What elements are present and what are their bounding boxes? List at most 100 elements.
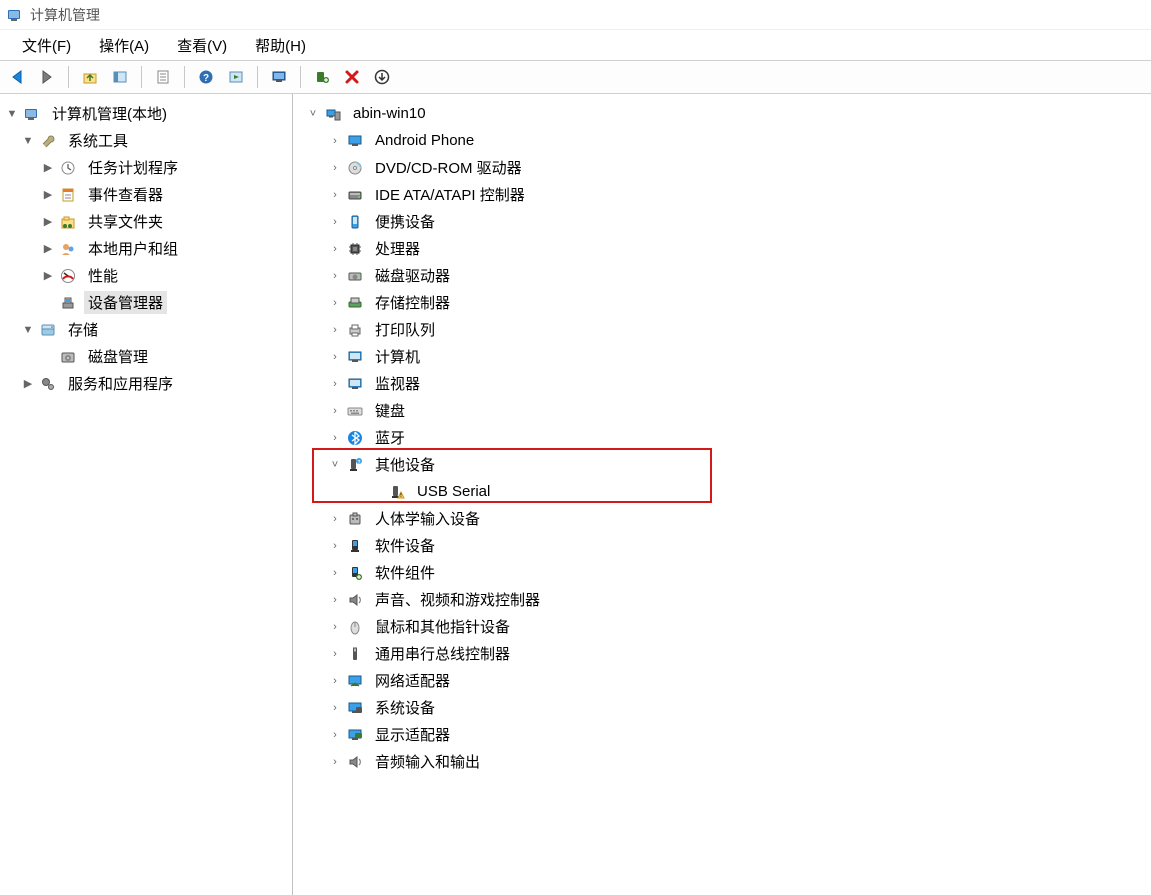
- menu-file[interactable]: 文件(F): [8, 31, 85, 60]
- computer-node-icon: [323, 104, 343, 124]
- enable-device-button[interactable]: [309, 64, 335, 90]
- device-label: 通用串行总线控制器: [371, 642, 514, 665]
- device-bluetooth[interactable]: › 蓝牙: [297, 424, 1151, 451]
- uninstall-device-button[interactable]: [339, 64, 365, 90]
- tree-event-viewer[interactable]: ▶ 事件查看器: [4, 181, 292, 208]
- device-label: DVD/CD-ROM 驱动器: [371, 156, 526, 179]
- device-print-queues[interactable]: › 打印队列: [297, 316, 1151, 343]
- tree-system-tools[interactable]: ▼ 系统工具: [4, 127, 292, 154]
- expand-icon[interactable]: ›: [327, 756, 343, 768]
- menu-view[interactable]: 查看(V): [163, 31, 241, 60]
- expand-icon[interactable]: ›: [327, 135, 343, 147]
- menu-action[interactable]: 操作(A): [85, 31, 163, 60]
- expand-icon[interactable]: ▶: [40, 215, 56, 228]
- device-keyboards[interactable]: › 键盘: [297, 397, 1151, 424]
- device-software-components[interactable]: › 软件组件: [297, 559, 1151, 586]
- forward-button[interactable]: [34, 64, 60, 90]
- scan-hardware-button[interactable]: [266, 64, 292, 90]
- device-sound[interactable]: › 声音、视频和游戏控制器: [297, 586, 1151, 613]
- device-label: 蓝牙: [371, 426, 409, 449]
- expand-icon[interactable]: ›: [327, 513, 343, 525]
- device-usb-serial[interactable]: › USB Serial: [297, 478, 1151, 505]
- expand-icon[interactable]: ▶: [40, 269, 56, 282]
- action-pane-button[interactable]: [223, 64, 249, 90]
- expand-icon[interactable]: ›: [327, 621, 343, 633]
- up-button[interactable]: [77, 64, 103, 90]
- expand-icon[interactable]: ›: [327, 405, 343, 417]
- expand-icon[interactable]: ▼: [4, 108, 20, 120]
- device-label: IDE ATA/ATAPI 控制器: [371, 183, 529, 206]
- tree-label: 系统工具: [64, 129, 132, 152]
- help-button[interactable]: [193, 64, 219, 90]
- expand-icon[interactable]: ˅: [327, 459, 343, 471]
- device-root[interactable]: ˅ abin-win10: [297, 100, 1151, 127]
- device-audio-io[interactable]: › 音频输入和输出: [297, 748, 1151, 775]
- expand-icon[interactable]: ›: [327, 243, 343, 255]
- expand-icon[interactable]: ›: [327, 675, 343, 687]
- wrench-icon: [38, 131, 58, 151]
- expand-icon[interactable]: ›: [327, 729, 343, 741]
- expand-icon[interactable]: ›: [327, 189, 343, 201]
- expand-icon[interactable]: ›: [327, 216, 343, 228]
- device-processors[interactable]: › 处理器: [297, 235, 1151, 262]
- tree-local-users[interactable]: ▶ 本地用户和组: [4, 235, 292, 262]
- expand-icon[interactable]: ›: [327, 540, 343, 552]
- tree-root-computer-management[interactable]: ▼ 计算机管理(本地): [4, 100, 292, 127]
- device-ide[interactable]: › IDE ATA/ATAPI 控制器: [297, 181, 1151, 208]
- device-disk-drives[interactable]: › 磁盘驱动器: [297, 262, 1151, 289]
- expand-icon[interactable]: ▶: [40, 242, 56, 255]
- users-icon: [58, 239, 78, 259]
- device-label: 鼠标和其他指针设备: [371, 615, 514, 638]
- expand-icon[interactable]: ▶: [40, 188, 56, 201]
- show-hide-pane-button[interactable]: [107, 64, 133, 90]
- device-computer[interactable]: › 计算机: [297, 343, 1151, 370]
- expand-icon[interactable]: ›: [327, 594, 343, 606]
- tree-storage[interactable]: ▼ 存储: [4, 316, 292, 343]
- expand-icon[interactable]: ▼: [20, 135, 36, 147]
- update-driver-button[interactable]: [369, 64, 395, 90]
- menu-help[interactable]: 帮助(H): [241, 31, 320, 60]
- expand-icon[interactable]: ▶: [20, 377, 36, 390]
- device-hid[interactable]: › 人体学输入设备: [297, 505, 1151, 532]
- expand-icon[interactable]: ›: [327, 324, 343, 336]
- back-button[interactable]: [4, 64, 30, 90]
- device-software-devices[interactable]: › 软件设备: [297, 532, 1151, 559]
- separator: [184, 66, 185, 88]
- device-monitors[interactable]: › 监视器: [297, 370, 1151, 397]
- expand-icon[interactable]: ›: [327, 351, 343, 363]
- expand-icon[interactable]: ›: [327, 270, 343, 282]
- bluetooth-icon: [345, 428, 365, 448]
- device-label: 人体学输入设备: [371, 507, 484, 530]
- properties-button[interactable]: [150, 64, 176, 90]
- tree-performance[interactable]: ▶ 性能: [4, 262, 292, 289]
- expand-icon[interactable]: ›: [327, 162, 343, 174]
- tree-device-manager[interactable]: ▶ 设备管理器: [4, 289, 292, 316]
- device-dvd[interactable]: › DVD/CD-ROM 驱动器: [297, 154, 1151, 181]
- gears-icon: [38, 374, 58, 394]
- device-usb-controllers[interactable]: › 通用串行总线控制器: [297, 640, 1151, 667]
- expand-icon[interactable]: ▼: [20, 324, 36, 336]
- expand-icon[interactable]: ›: [327, 297, 343, 309]
- tree-shared-folders[interactable]: ▶ 共享文件夹: [4, 208, 292, 235]
- device-label: 其他设备: [371, 453, 439, 476]
- expand-icon[interactable]: ›: [327, 648, 343, 660]
- device-storage-controllers[interactable]: › 存储控制器: [297, 289, 1151, 316]
- expand-icon[interactable]: ›: [327, 378, 343, 390]
- device-system-devices[interactable]: › 系统设备: [297, 694, 1151, 721]
- expand-icon[interactable]: ▶: [40, 161, 56, 174]
- tree-disk-management[interactable]: ▶ 磁盘管理: [4, 343, 292, 370]
- expand-icon[interactable]: ›: [327, 567, 343, 579]
- expand-icon[interactable]: ›: [327, 432, 343, 444]
- device-display-adapters[interactable]: › 显示适配器: [297, 721, 1151, 748]
- device-network-adapters[interactable]: › 网络适配器: [297, 667, 1151, 694]
- device-other-devices[interactable]: ˅ 其他设备: [297, 451, 1151, 478]
- device-portable[interactable]: › 便携设备: [297, 208, 1151, 235]
- tree-task-scheduler[interactable]: ▶ 任务计划程序: [4, 154, 292, 181]
- device-mouse[interactable]: › 鼠标和其他指针设备: [297, 613, 1151, 640]
- expand-icon[interactable]: ›: [327, 702, 343, 714]
- tree-services[interactable]: ▶ 服务和应用程序: [4, 370, 292, 397]
- expand-houicon[interactable]: ˅: [305, 108, 321, 120]
- device-android-phone[interactable]: › Android Phone: [297, 127, 1151, 154]
- clock-icon: [58, 158, 78, 178]
- event-viewer-icon: [58, 185, 78, 205]
